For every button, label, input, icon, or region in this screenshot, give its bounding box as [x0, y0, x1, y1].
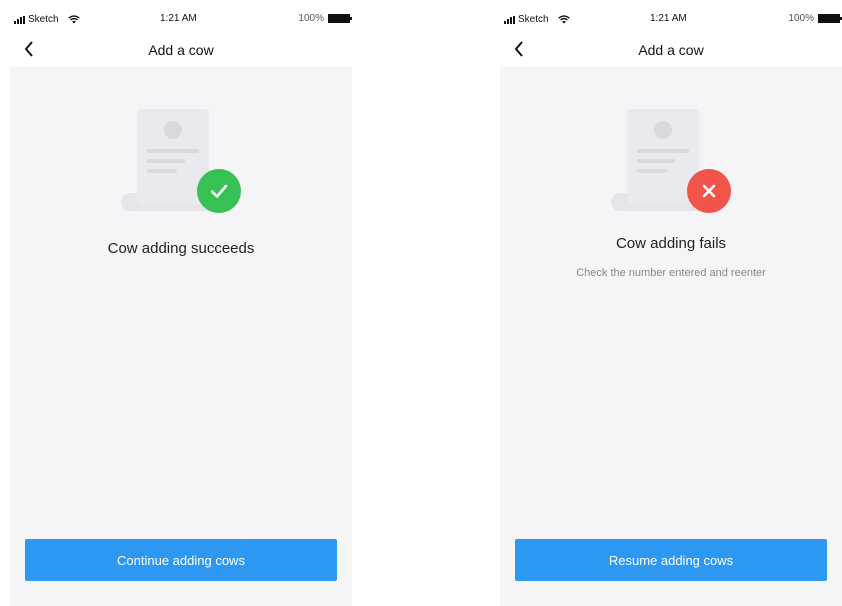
result-title: Cow adding fails [615, 235, 727, 252]
wifi-icon [67, 15, 80, 24]
carrier-label: Sketch [518, 14, 549, 25]
battery-percent: 100% [298, 13, 324, 24]
signal-icon [14, 15, 25, 24]
status-bar: Sketch 1:21 AM 100% [10, 0, 352, 34]
wifi-icon [557, 15, 570, 24]
status-time: 1:21 AM [650, 13, 687, 24]
document-illustration [611, 109, 731, 219]
result-content: Cow adding fails Check the number entere… [500, 67, 842, 606]
nav-bar: Add a cow [10, 34, 352, 66]
page-title: Add a cow [638, 42, 704, 58]
resume-adding-button[interactable]: Resume adding cows [515, 539, 827, 581]
status-right: 100% [298, 13, 352, 24]
carrier-label: Sketch [28, 14, 59, 25]
document-illustration [121, 109, 241, 219]
page-title: Add a cow [148, 42, 214, 58]
battery-percent: 100% [788, 13, 814, 24]
result-title: Cow adding succeeds [107, 240, 255, 257]
status-time: 1:21 AM [160, 13, 197, 24]
signal-icon [504, 15, 515, 24]
battery-icon [818, 14, 842, 23]
check-icon [210, 184, 228, 198]
failure-screen: Sketch 1:21 AM 100% Add a cow Cow adding… [500, 0, 842, 606]
status-bar: Sketch 1:21 AM 100% [500, 0, 842, 34]
result-subtitle: Check the number entered and reenter [576, 267, 766, 279]
error-badge [687, 169, 731, 213]
status-left: Sketch [14, 14, 80, 25]
success-screen: Sketch 1:21 AM 100% Add a cow Cow adding… [10, 0, 352, 606]
status-left: Sketch [504, 14, 570, 25]
nav-bar: Add a cow [500, 34, 842, 66]
close-icon [702, 184, 716, 198]
battery-icon [328, 14, 352, 23]
continue-adding-button[interactable]: Continue adding cows [25, 539, 337, 581]
status-right: 100% [788, 13, 842, 24]
success-badge [197, 169, 241, 213]
result-content: Cow adding succeeds Continue adding cows [10, 67, 352, 606]
